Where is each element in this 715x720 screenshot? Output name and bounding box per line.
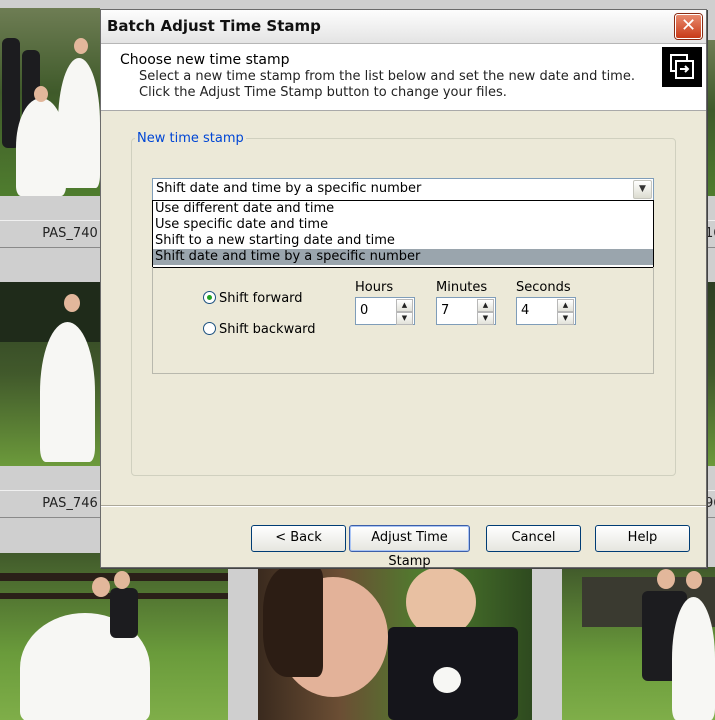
thumbnail-photo[interactable] xyxy=(0,282,100,466)
cancel-button[interactable]: Cancel xyxy=(486,525,581,552)
thumbnail-photo[interactable] xyxy=(562,567,715,720)
minutes-spin-buttons: ▲ ▼ xyxy=(477,299,494,325)
select-value: Shift date and time by a specific number xyxy=(156,181,422,196)
footer-divider xyxy=(101,505,706,507)
minutes-stepper[interactable]: 7 ▲ ▼ xyxy=(436,297,496,325)
group-label: New time stamp xyxy=(135,131,246,146)
hours-value[interactable]: 0 xyxy=(360,303,368,318)
minutes-label: Minutes xyxy=(436,280,488,295)
time-stamp-dropdown-list: Use different date and time Use specific… xyxy=(152,200,654,268)
hours-spin-buttons: ▲ ▼ xyxy=(396,299,413,325)
seconds-spin-buttons: ▲ ▼ xyxy=(557,299,574,325)
dialog-title: Batch Adjust Time Stamp xyxy=(107,17,321,35)
thumbnail-label: PAS_740 xyxy=(0,220,100,248)
seconds-label: Seconds xyxy=(516,280,571,295)
batch-adjust-dialog: Batch Adjust Time Stamp ✕ Choose new tim… xyxy=(100,9,707,569)
wizard-header: Choose new time stamp Select a new time … xyxy=(101,44,706,111)
batch-time-icon xyxy=(662,47,702,87)
dropdown-option-selected[interactable]: Shift date and time by a specific number xyxy=(153,249,653,265)
shift-forward-label: Shift forward xyxy=(219,291,303,306)
dropdown-option[interactable]: Use different date and time xyxy=(153,201,653,217)
spin-up-icon[interactable]: ▲ xyxy=(477,299,494,312)
thumbnail-label: PAS_746 xyxy=(0,490,100,518)
shift-backward-radio[interactable]: Shift backward xyxy=(203,322,316,337)
adjust-time-stamp-button[interactable]: Adjust Time Stamp xyxy=(349,525,470,569)
dropdown-option[interactable]: Use specific date and time xyxy=(153,217,653,233)
hours-label: Hours xyxy=(355,280,394,295)
spin-down-icon[interactable]: ▼ xyxy=(396,312,413,325)
thumbnail-photo[interactable] xyxy=(0,553,228,720)
title-bar[interactable]: Batch Adjust Time Stamp ✕ xyxy=(101,10,706,44)
radio-checked-icon[interactable] xyxy=(203,291,216,304)
shift-backward-label: Shift backward xyxy=(219,322,316,337)
spin-up-icon[interactable]: ▲ xyxy=(396,299,413,312)
spin-up-icon[interactable]: ▲ xyxy=(557,299,574,312)
minutes-value[interactable]: 7 xyxy=(441,303,449,318)
seconds-stepper[interactable]: 4 ▲ ▼ xyxy=(516,297,576,325)
header-title: Choose new time stamp xyxy=(120,52,290,68)
thumbnail-photo[interactable] xyxy=(258,567,532,720)
dropdown-option[interactable]: Shift to a new starting date and time xyxy=(153,233,653,249)
spin-down-icon[interactable]: ▼ xyxy=(477,312,494,325)
chevron-down-icon[interactable]: ▼ xyxy=(633,180,652,199)
close-icon[interactable]: ✕ xyxy=(675,14,702,39)
seconds-value[interactable]: 4 xyxy=(521,303,529,318)
spin-down-icon[interactable]: ▼ xyxy=(557,312,574,325)
hours-stepper[interactable]: 0 ▲ ▼ xyxy=(355,297,415,325)
radio-unchecked-icon[interactable] xyxy=(203,322,216,335)
shift-forward-radio[interactable]: Shift forward xyxy=(203,291,303,306)
header-description: Select a new time stamp from the list be… xyxy=(139,69,635,100)
back-button[interactable]: < Back xyxy=(251,525,346,552)
time-stamp-select[interactable]: Shift date and time by a specific number… xyxy=(152,178,654,201)
help-button[interactable]: Help xyxy=(595,525,690,552)
thumbnail-photo[interactable] xyxy=(0,8,100,196)
